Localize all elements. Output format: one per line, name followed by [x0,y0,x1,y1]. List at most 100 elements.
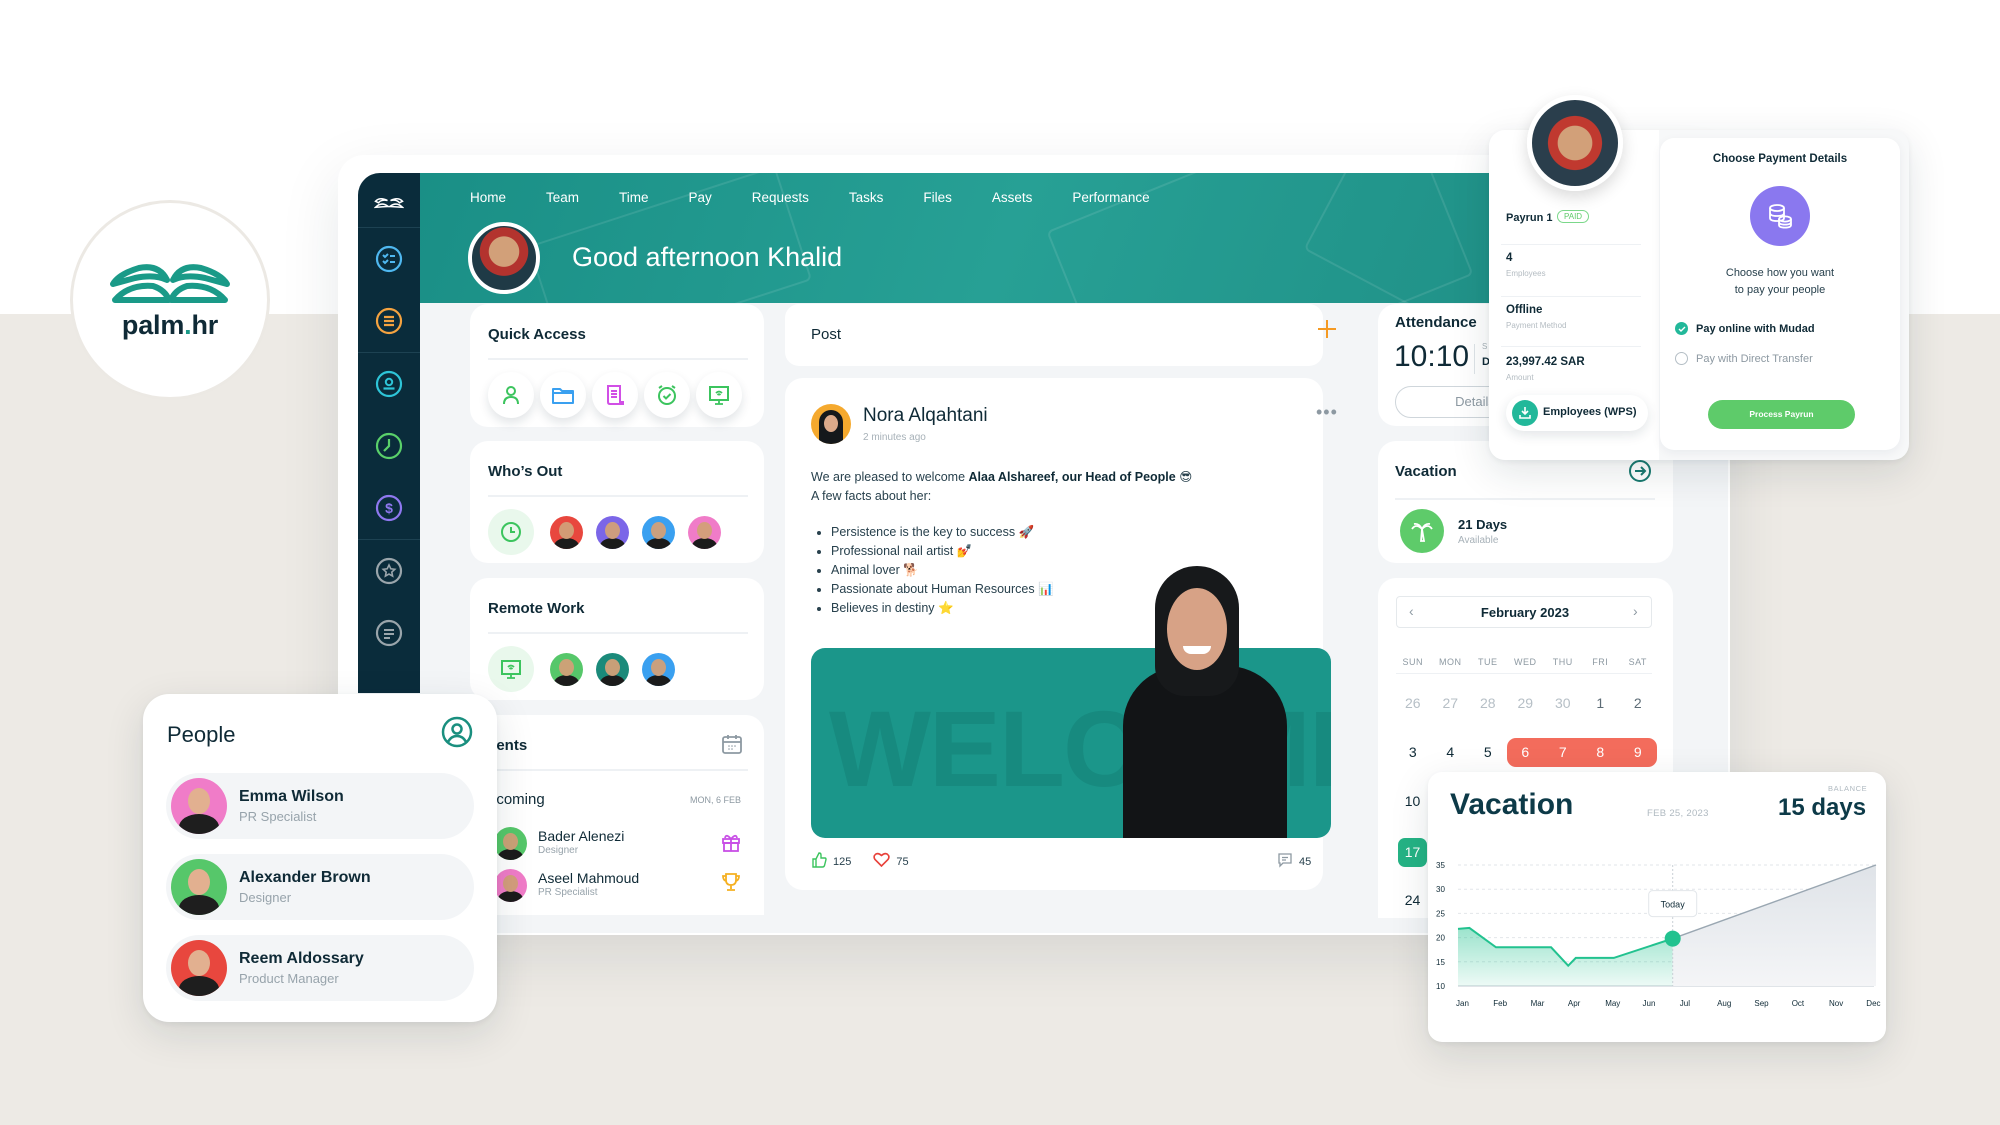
calendar-day[interactable]: 29 [1507,685,1545,722]
calendar-day[interactable]: 3 [1394,734,1432,771]
post-author-name[interactable]: Nora Alqahtani [863,405,988,427]
profile-icon[interactable] [441,716,473,753]
palm-logo-icon [110,263,230,303]
calendar-day[interactable]: 10 [1394,783,1431,820]
calendar-day-today[interactable]: 17 [1398,838,1427,867]
menu-icon[interactable] [374,618,404,648]
attendance-title: Attendance [1395,314,1477,331]
calendar-day[interactable]: 5 [1469,734,1507,771]
calendar-day[interactable]: 30 [1544,685,1582,722]
post-reactions: 125 75 [811,852,909,871]
sidebar: $ [358,173,420,693]
arrow-right-icon[interactable] [1628,459,1652,488]
quick-access-attendance-button[interactable] [644,372,690,418]
heart-count: 75 [896,855,909,868]
person-role: Product Manager [239,971,339,986]
calendar-day-range-start[interactable]: 6 [1506,738,1544,767]
heart-icon[interactable] [873,852,891,871]
vacation-summary-title: Vacation [1395,463,1457,480]
y-tick-label: 15 [1436,958,1445,967]
calendar-day[interactable]: 26 [1394,685,1432,722]
y-tick-label: 10 [1436,982,1445,991]
nav-performance[interactable]: Performance [1072,190,1149,205]
post-comments[interactable]: 45 [1277,852,1311,871]
dollar-icon[interactable]: $ [374,493,404,523]
nav-requests[interactable]: Requests [752,190,809,205]
nav-files[interactable]: Files [923,190,952,205]
today-tooltip-label: Today [1661,900,1686,910]
avatar [171,778,227,834]
clock-icon[interactable] [374,431,404,461]
quick-access-person-button[interactable] [488,372,534,418]
x-tick-label: Nov [1829,999,1843,1008]
x-tick-label: Sep [1754,999,1769,1008]
quick-access-remote-button[interactable] [696,372,742,418]
person-list-item[interactable]: Reem Aldossary Product Manager [166,935,474,1001]
x-tick-label: Jan [1456,999,1469,1008]
nav-pay[interactable]: Pay [689,190,712,205]
avatar [171,859,227,915]
calendar-day[interactable]: 24 [1394,882,1431,919]
avatar[interactable] [550,516,583,549]
employees-wps-download-button[interactable]: Employees (WPS) [1506,395,1648,431]
post-author-avatar[interactable] [811,404,851,444]
radio-unchecked-icon[interactable] [1675,352,1688,365]
palm-tree-icon [1400,509,1444,553]
quick-access-documents-button[interactable] [592,372,638,418]
payrun-user-avatar[interactable] [1527,95,1623,191]
radio-checked-icon[interactable] [1675,322,1688,335]
person-name: Reem Aldossary [239,950,364,967]
person-list-item[interactable]: Alexander Brown Designer [166,854,474,920]
coins-icon [1750,186,1810,246]
post-composer[interactable]: Post [785,304,1336,366]
nav-tasks[interactable]: Tasks [849,190,884,205]
avatar[interactable] [642,516,675,549]
person-list-item[interactable]: Emma Wilson PR Specialist [166,773,474,839]
divider [488,769,748,771]
nav-home[interactable]: Home [470,190,506,205]
calendar-day-range-end[interactable]: 9 [1619,738,1657,767]
welcome-person-photo [1105,566,1287,838]
payment-details-card: Choose Payment Details Choose how you wa… [1660,138,1900,450]
alarm-check-icon [658,385,676,405]
x-tick-label: Feb [1493,999,1507,1008]
calendar-day[interactable]: 28 [1469,685,1507,722]
quick-access-files-button[interactable] [540,372,586,418]
event-item[interactable]: Aseel Mahmoud PR Specialist [494,869,754,902]
nav-team[interactable]: Team [546,190,579,205]
people-title: People [167,722,236,747]
calendar-day[interactable]: 1 [1582,685,1620,722]
user-avatar[interactable] [468,222,540,294]
avatar[interactable] [596,516,629,549]
event-person-role: PR Specialist [538,887,598,898]
calendar-icon[interactable] [720,732,744,761]
palm-logo-icon[interactable] [374,187,404,217]
process-payrun-button[interactable]: Process Payrun [1708,400,1855,429]
nav-assets[interactable]: Assets [992,190,1033,205]
payment-option-direct-transfer[interactable]: Pay with Direct Transfer [1675,352,1813,365]
avatar[interactable] [550,653,583,686]
quick-access-list [488,372,742,418]
more-options-icon[interactable]: ••• [1316,402,1338,423]
calendar-day[interactable]: 2 [1619,685,1657,722]
calendar-weekdays: SUN MON TUE WED THU FRI SAT [1394,657,1657,667]
calendar-day[interactable]: 4 [1432,734,1470,771]
payment-option-mudad[interactable]: Pay online with Mudad [1675,322,1815,335]
avatar[interactable] [596,653,629,686]
list-icon[interactable] [374,306,404,336]
profile-icon[interactable] [374,369,404,399]
avatar[interactable] [642,653,675,686]
calendar-day-in-range[interactable]: 7 [1544,738,1582,767]
event-item[interactable]: Bader Alenezi Designer [494,827,754,860]
events-card: vents pcoming MON, 6 FEB Bader Alenezi D… [470,715,764,915]
nav-time[interactable]: Time [619,190,649,205]
like-icon[interactable] [811,852,827,871]
calendar-day-in-range[interactable]: 8 [1581,738,1619,767]
weekday-label: SUN [1402,657,1423,667]
star-icon[interactable] [374,556,404,586]
calendar-day[interactable]: 27 [1432,685,1470,722]
checklist-icon[interactable] [374,244,404,274]
add-post-icon[interactable] [1316,318,1338,345]
avatar[interactable] [688,516,721,549]
next-month-button[interactable]: › [1633,603,1638,619]
